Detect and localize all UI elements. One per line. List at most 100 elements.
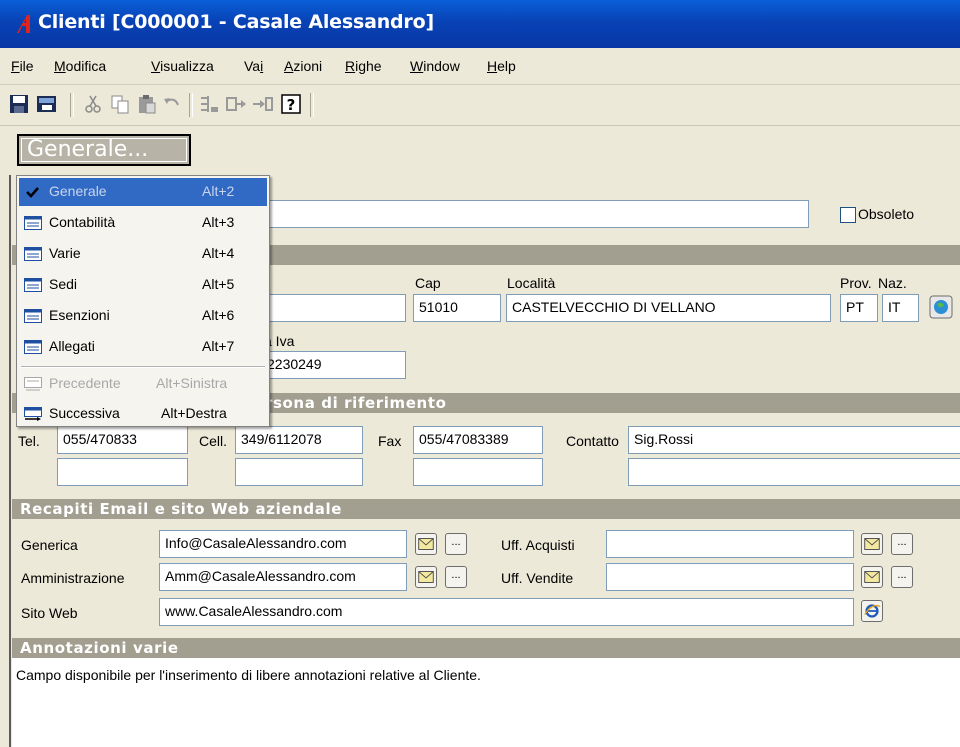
localita-field[interactable]: CASTELVECCHIO DI VELLANO <box>506 294 831 322</box>
cell-field[interactable]: 349/6112078 <box>235 426 363 454</box>
toolbar-separator <box>189 93 193 117</box>
contatto-field[interactable]: Sig.Rossi <box>628 426 960 454</box>
ragione-sociale-field[interactable] <box>261 200 809 228</box>
indirizzo-field[interactable] <box>261 294 406 322</box>
menu-item-label: Sedi <box>49 276 78 292</box>
naz-field[interactable]: IT <box>882 294 919 322</box>
window-title: Clienti [C000001 - Casale Alessandro] <box>38 11 434 33</box>
next-page-icon <box>24 407 42 421</box>
obsoleto-label: Obsoleto <box>858 206 915 222</box>
amministrazione-browse-button[interactable]: ... <box>445 566 467 588</box>
toolbar-separator <box>70 93 74 117</box>
acquisti-field[interactable] <box>606 530 854 558</box>
page-selector-button[interactable]: Generale... <box>17 134 191 166</box>
browser-icon[interactable] <box>861 600 883 622</box>
menu-separator <box>21 366 265 368</box>
amministrazione-label: Amministrazione <box>21 570 125 586</box>
save-close-icon[interactable] <box>36 93 58 115</box>
sito-web-label: Sito Web <box>21 605 78 621</box>
move-row-icon[interactable] <box>225 93 247 115</box>
menu-azioni[interactable]: Azioni <box>284 58 322 74</box>
sito-web-field[interactable]: www.CasaleAlessandro.com <box>159 598 854 626</box>
copy-icon[interactable] <box>109 93 131 115</box>
menu-item-successiva[interactable]: Successiva Alt+Destra <box>19 400 267 428</box>
notes-text: Campo disponibile per l'inserimento di l… <box>16 667 481 683</box>
vendite-browse-button[interactable]: ... <box>891 566 913 588</box>
menu-item-generale[interactable]: Generale Alt+2 <box>19 178 267 206</box>
delete-row-icon[interactable] <box>252 93 274 115</box>
globe-icon[interactable] <box>929 295 953 319</box>
mail-icon[interactable] <box>415 533 437 555</box>
tel-field[interactable]: 055/470833 <box>57 426 188 454</box>
page-selector-menu: Generale Alt+2 Contabilità Alt+3 Varie A… <box>16 175 270 427</box>
menu-item-label: Esenzioni <box>49 307 110 323</box>
cut-icon[interactable] <box>82 93 104 115</box>
menu-item-esenzioni[interactable]: Esenzioni Alt+6 <box>19 302 267 330</box>
menu-item-shortcut: Alt+3 <box>202 214 235 230</box>
menu-item-precedente: Precedente Alt+Sinistra <box>19 370 267 398</box>
contatto2-field[interactable] <box>628 458 960 486</box>
previous-page-icon <box>24 377 42 391</box>
menu-item-label: Allegati <box>49 338 95 354</box>
naz-label: Naz. <box>878 275 907 291</box>
section-contacts-title: rsona di riferimento <box>265 394 447 412</box>
mail-icon[interactable] <box>415 566 437 588</box>
menu-righe[interactable]: Righe <box>345 58 382 74</box>
paste-icon[interactable] <box>136 93 158 115</box>
mail-icon[interactable] <box>861 566 883 588</box>
menu-item-allegati[interactable]: Allegati Alt+7 <box>19 333 267 361</box>
help-icon[interactable]: ? <box>280 93 302 115</box>
fax2-field[interactable] <box>413 458 543 486</box>
menu-item-label: Varie <box>49 245 81 261</box>
title-bar: Clienti [C000001 - Casale Alessandro] <box>0 0 960 48</box>
mail-icon[interactable] <box>861 533 883 555</box>
menu-item-varie[interactable]: Varie Alt+4 <box>19 240 267 268</box>
menu-item-label: Precedente <box>49 375 121 391</box>
acquisti-browse-button[interactable]: ... <box>891 533 913 555</box>
svg-text:?: ? <box>287 96 296 114</box>
menu-visualizza[interactable]: Visualizza <box>151 58 214 74</box>
notes-textarea[interactable]: Campo disponibile per l'inserimento di l… <box>12 658 960 747</box>
vendite-label: Uff. Vendite <box>501 570 574 586</box>
menu-item-shortcut: Alt+7 <box>202 338 235 354</box>
menu-item-sedi[interactable]: Sedi Alt+5 <box>19 271 267 299</box>
vendite-field[interactable] <box>606 563 854 591</box>
save-icon[interactable] <box>8 93 30 115</box>
menu-file[interactable]: File <box>11 58 34 74</box>
page-selector-label: Generale... <box>27 137 149 162</box>
prov-field[interactable]: PT <box>840 294 878 322</box>
cap-label: Cap <box>415 275 441 291</box>
generica-browse-button[interactable]: ... <box>445 533 467 555</box>
toolbar-separator <box>310 93 314 117</box>
toolbar: ? <box>0 85 960 126</box>
insert-row-icon[interactable] <box>198 93 220 115</box>
menu-window[interactable]: Window <box>410 58 460 74</box>
section-email-bar: Recapiti Email e sito Web aziendale <box>12 499 960 519</box>
acquisti-label: Uff. Acquisti <box>501 537 575 553</box>
form-icon <box>24 309 42 323</box>
app-icon <box>17 15 30 33</box>
menu-item-shortcut: Alt+Sinistra <box>156 375 228 391</box>
cap-field[interactable]: 51010 <box>413 294 501 322</box>
undo-icon[interactable] <box>161 93 183 115</box>
fax-field[interactable]: 055/47083389 <box>413 426 543 454</box>
amministrazione-field[interactable]: Amm@CasaleAlessandro.com <box>159 563 407 591</box>
menu-item-shortcut: Alt+6 <box>202 307 235 323</box>
piva-field[interactable]: 2230249 <box>261 351 406 379</box>
localita-label: Località <box>507 275 556 291</box>
menu-vai[interactable]: Vai <box>244 58 263 74</box>
obsoleto-checkbox[interactable] <box>840 207 856 223</box>
section-notes-bar: Annotazioni varie <box>12 638 960 658</box>
menu-modifica[interactable]: Modifica <box>54 58 106 74</box>
fax-label: Fax <box>378 433 402 449</box>
menu-bar: File Modifica Visualizza Vai Azioni Righ… <box>0 48 960 85</box>
contatto-label: Contatto <box>566 433 619 449</box>
menu-item-label: Generale <box>49 183 107 199</box>
menu-help[interactable]: Help <box>487 58 516 74</box>
menu-item-label: Successiva <box>49 405 120 421</box>
tel2-field[interactable] <box>57 458 188 486</box>
form-icon <box>24 216 42 230</box>
generica-field[interactable]: Info@CasaleAlessandro.com <box>159 530 407 558</box>
cell2-field[interactable] <box>235 458 363 486</box>
menu-item-contabilita[interactable]: Contabilità Alt+3 <box>19 209 267 237</box>
